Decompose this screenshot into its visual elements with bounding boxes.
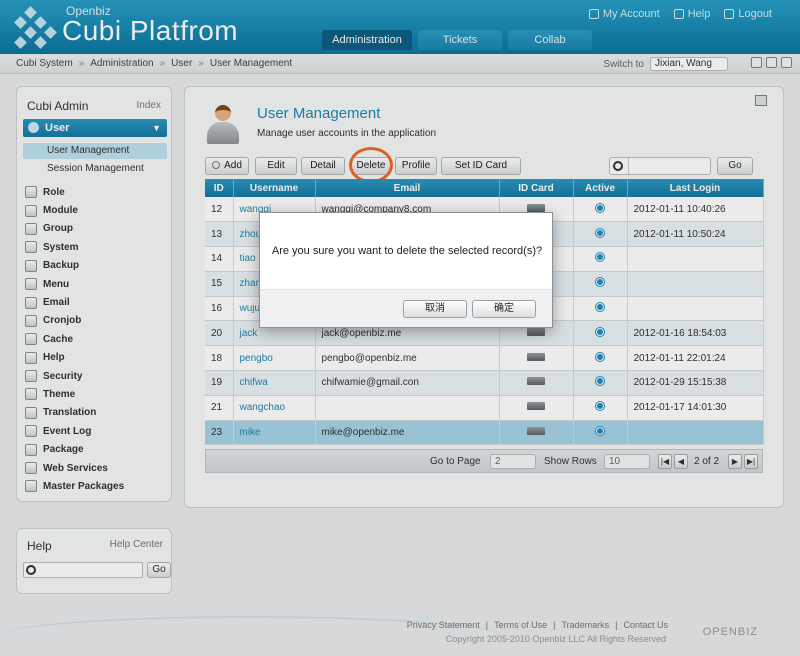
modal-overlay xyxy=(0,0,800,656)
dialog-button-bar: 取消 确定 xyxy=(260,289,552,327)
confirm-delete-dialog: Are you sure you want to delete the sele… xyxy=(259,212,553,328)
dialog-message: Are you sure you want to delete the sele… xyxy=(271,245,543,257)
ok-button[interactable]: 确定 xyxy=(472,300,536,318)
cancel-button[interactable]: 取消 xyxy=(403,300,467,318)
